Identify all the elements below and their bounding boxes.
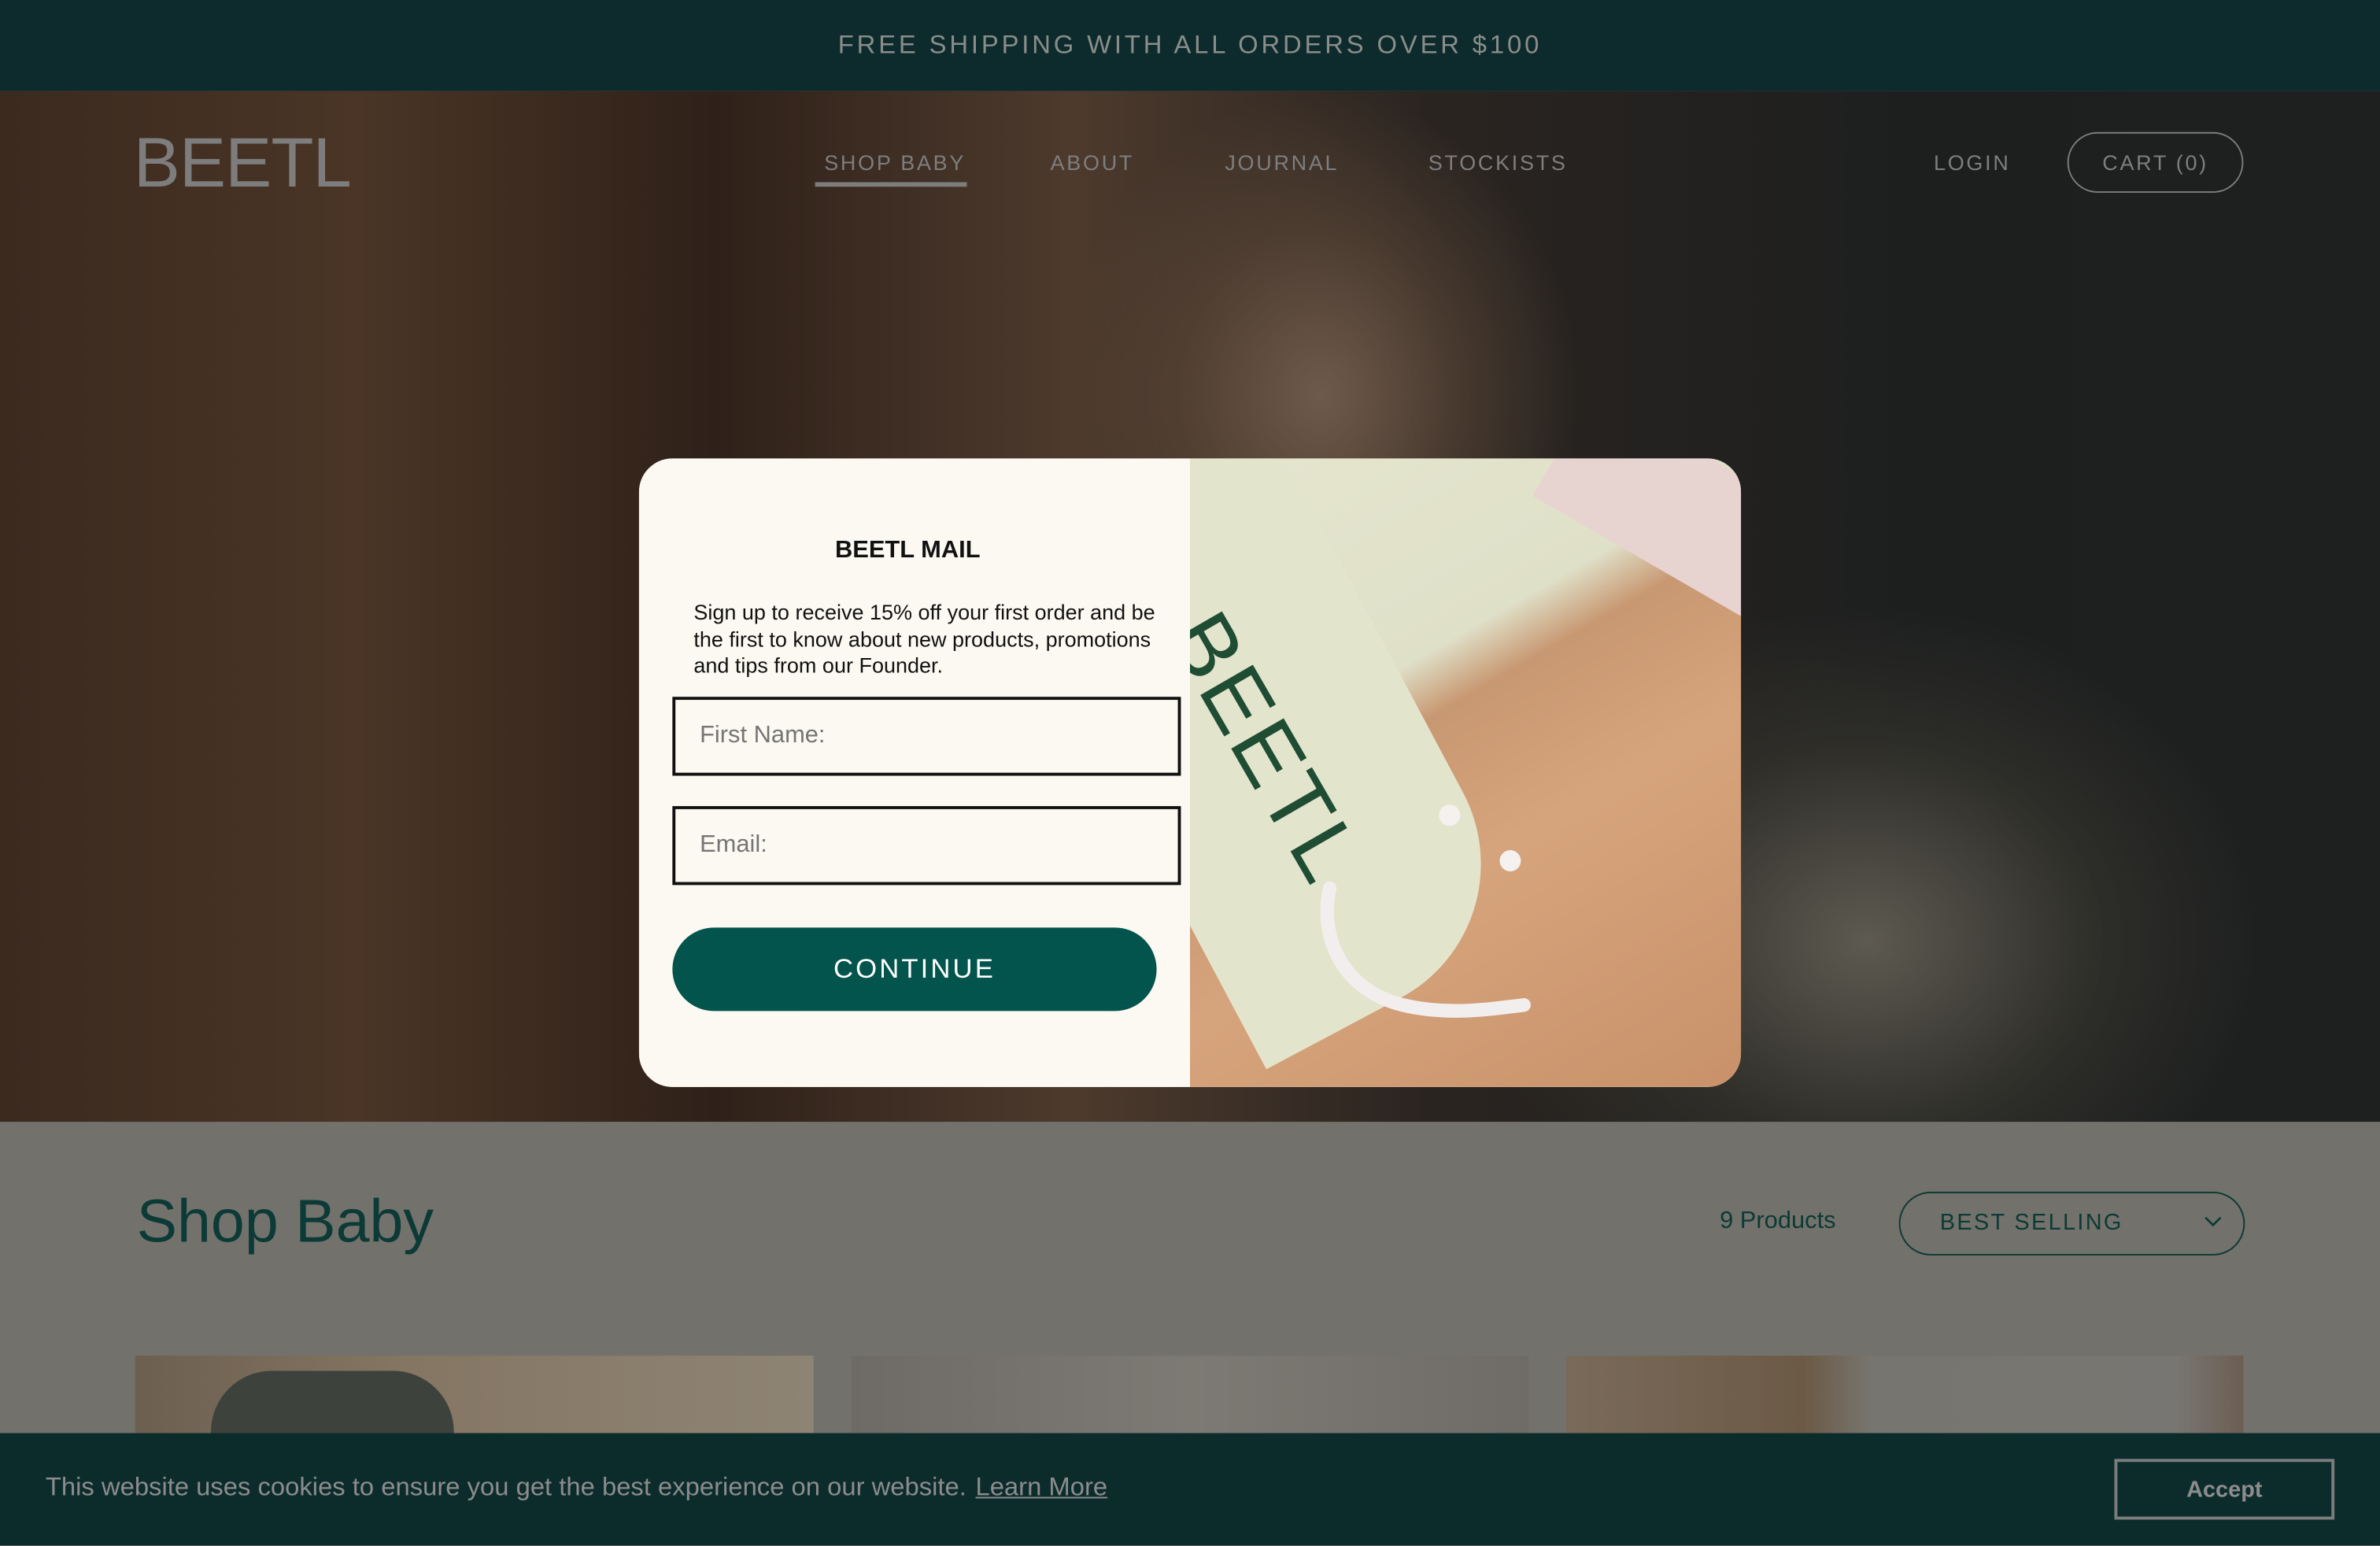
popup-title: BEETL MAIL <box>834 537 981 564</box>
nav-about[interactable]: ABOUT <box>1051 150 1135 175</box>
sort-dropdown[interactable]: BEST SELLING <box>1898 1191 2245 1256</box>
cream-dot <box>1499 849 1521 871</box>
nav-shop-baby[interactable]: SHOP BABY <box>824 150 966 175</box>
page: FREE SHIPPING WITH ALL ORDERS OVER $100 … <box>0 0 2380 1546</box>
accept-cookies-button[interactable]: Accept <box>2114 1459 2335 1520</box>
product-count: 9 Products <box>1720 1208 1836 1234</box>
accept-label: Accept <box>2186 1476 2263 1503</box>
continue-button[interactable]: CONTINUE <box>672 927 1157 1012</box>
email-input[interactable] <box>672 806 1181 886</box>
cream-smile <box>1320 881 1531 1018</box>
nav-journal[interactable]: JOURNAL <box>1225 150 1339 175</box>
page-title: Shop Baby <box>136 1189 434 1256</box>
cart-label: CART (0) <box>2102 150 2208 175</box>
cart-button[interactable]: CART (0) <box>2067 131 2244 193</box>
product-card-image[interactable] <box>135 1356 814 1463</box>
sort-selected: BEST SELLING <box>1939 1210 2123 1236</box>
nav-stockists[interactable]: STOCKISTS <box>1428 150 1568 175</box>
popup-form-panel: BEETL MAIL Sign up to receive 15% off yo… <box>638 458 1190 1087</box>
logo[interactable]: BEETL <box>134 121 352 203</box>
cookie-text: This website uses cookies to ensure you … <box>45 1472 966 1502</box>
first-name-input[interactable] <box>672 697 1181 776</box>
popup-image: BEETL <box>1189 458 1742 1087</box>
newsletter-popup: BEETL MAIL Sign up to receive 15% off yo… <box>638 458 1742 1087</box>
learn-more-link[interactable]: Learn More <box>975 1473 1107 1502</box>
popup-description: Sign up to receive 15% off your first or… <box>693 599 1155 678</box>
cream-dot <box>1439 804 1461 827</box>
login-link[interactable]: LOGIN <box>1934 150 2011 175</box>
announcement-text: FREE SHIPPING WITH ALL ORDERS OVER $100 <box>837 30 1543 60</box>
announcement-bar: FREE SHIPPING WITH ALL ORDERS OVER $100 <box>0 0 2380 91</box>
active-nav-underline <box>815 182 967 187</box>
fabric <box>1532 458 1742 618</box>
product-card-image[interactable] <box>1566 1356 2244 1433</box>
product-card-image[interactable] <box>851 1356 1529 1433</box>
chevron-down-icon <box>2204 1216 2222 1227</box>
cookie-message: This website uses cookies to ensure you … <box>46 1473 1107 1503</box>
